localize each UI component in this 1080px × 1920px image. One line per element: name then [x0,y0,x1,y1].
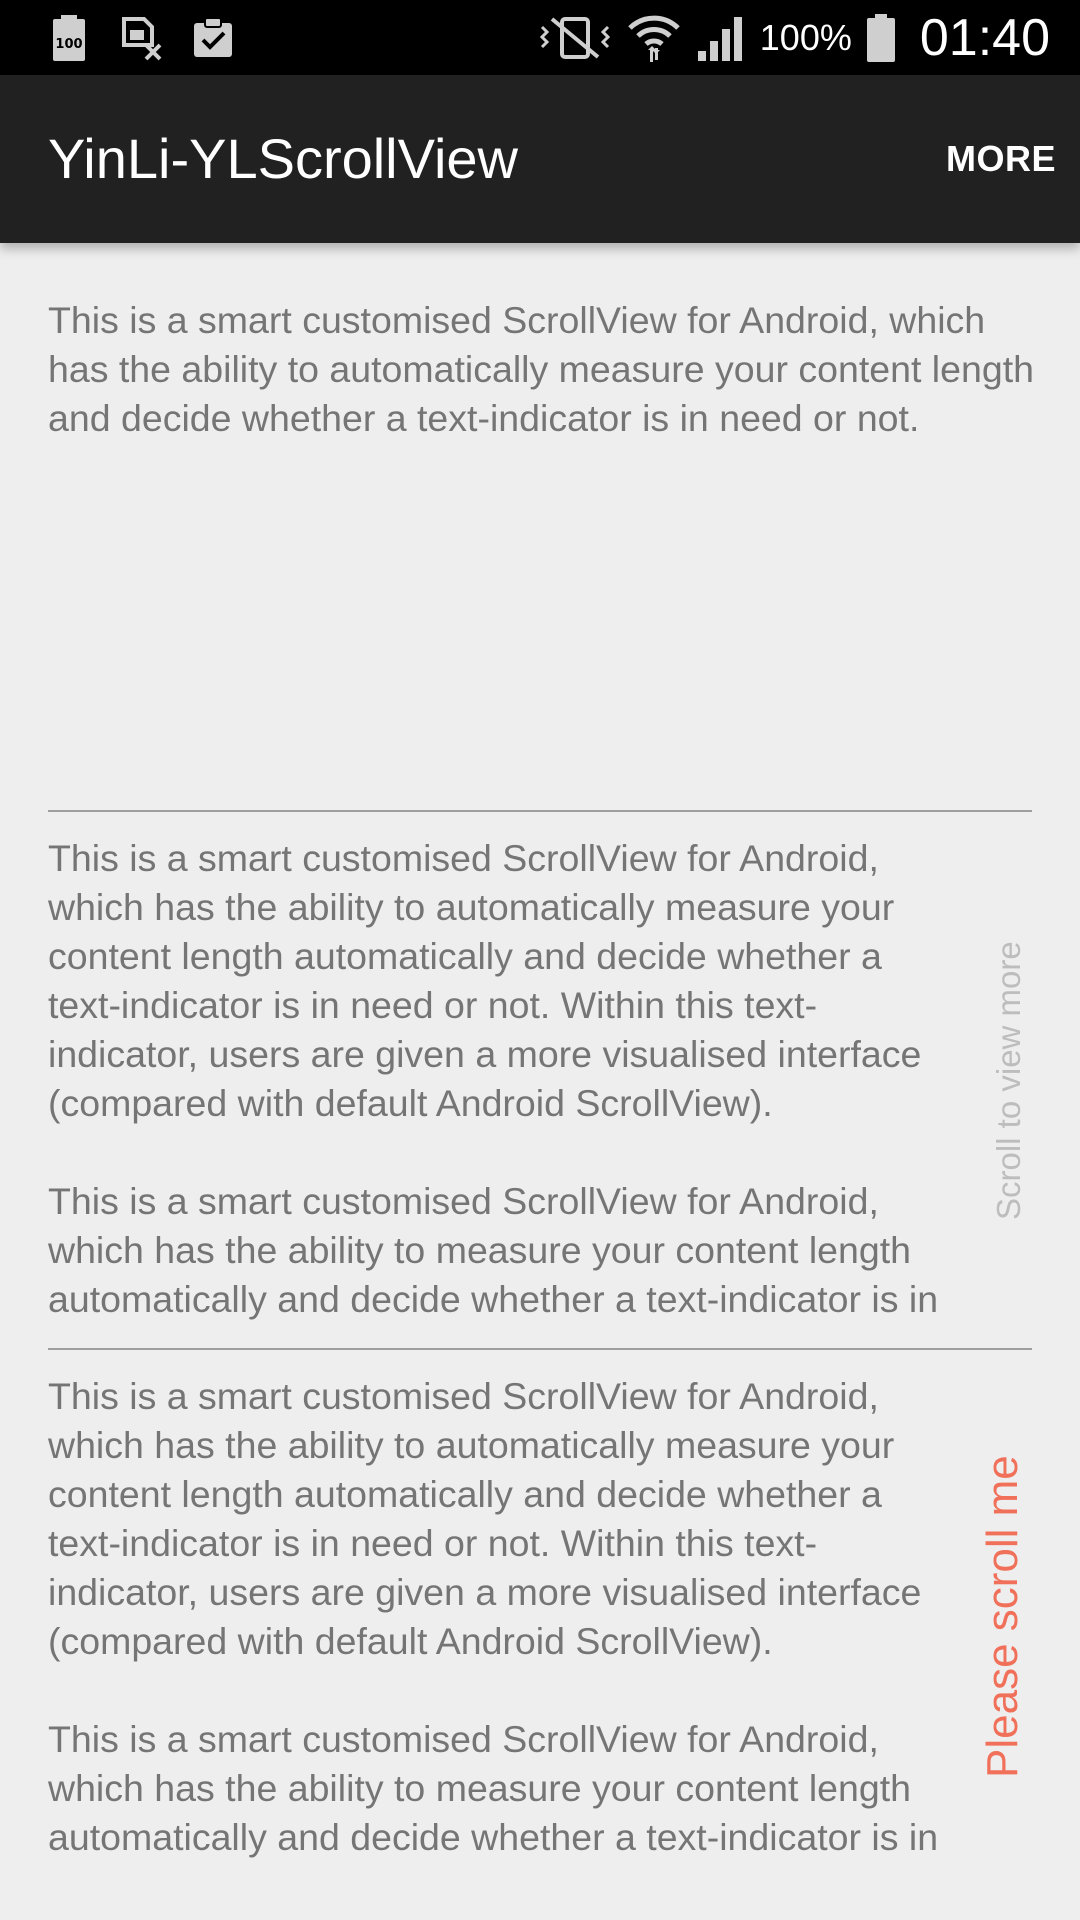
more-button[interactable]: MORE [946,75,1056,243]
svg-text:100: 100 [55,37,82,52]
scroll-view-1[interactable]: This is a smart customised ScrollView fo… [48,834,958,1330]
clipboard-check-icon [190,15,236,61]
sim-card-x-icon [118,15,164,61]
clock: 01:40 [919,8,1050,67]
app-bar: YinLi-YLScrollView MORE [0,75,1080,243]
scroll-view-2[interactable]: This is a smart customised ScrollView fo… [48,1372,958,1868]
divider [48,810,1032,812]
divider [48,1348,1032,1350]
scroll-indicator-1: Scroll to view more [990,941,1027,1221]
battery-100-icon: 100 [46,15,92,61]
status-bar: 100 100% 01:40 [0,0,1080,75]
mute-vibrate-icon [538,13,612,63]
signal-icon [696,13,746,63]
notification-icons: 100 [46,14,236,62]
system-status-icons: 100% 01:40 [538,0,1050,75]
scroll-view-paragraph: This is a smart customised ScrollView fo… [48,1180,939,1330]
battery-icon [866,13,896,63]
intro-text: This is a smart customised ScrollView fo… [48,299,1034,439]
wifi-icon [626,12,682,64]
scroll-view-paragraph: This is a smart customised ScrollView fo… [48,1718,939,1868]
scroll-view-paragraph: This is a smart customised ScrollView fo… [48,837,922,1124]
scroll-indicator-2: Please scroll me [978,1455,1027,1779]
app-title: YinLi-YLScrollView [48,127,518,190]
battery-percent: 100% [759,16,852,58]
scroll-view-paragraph: This is a smart customised ScrollView fo… [48,1375,922,1662]
